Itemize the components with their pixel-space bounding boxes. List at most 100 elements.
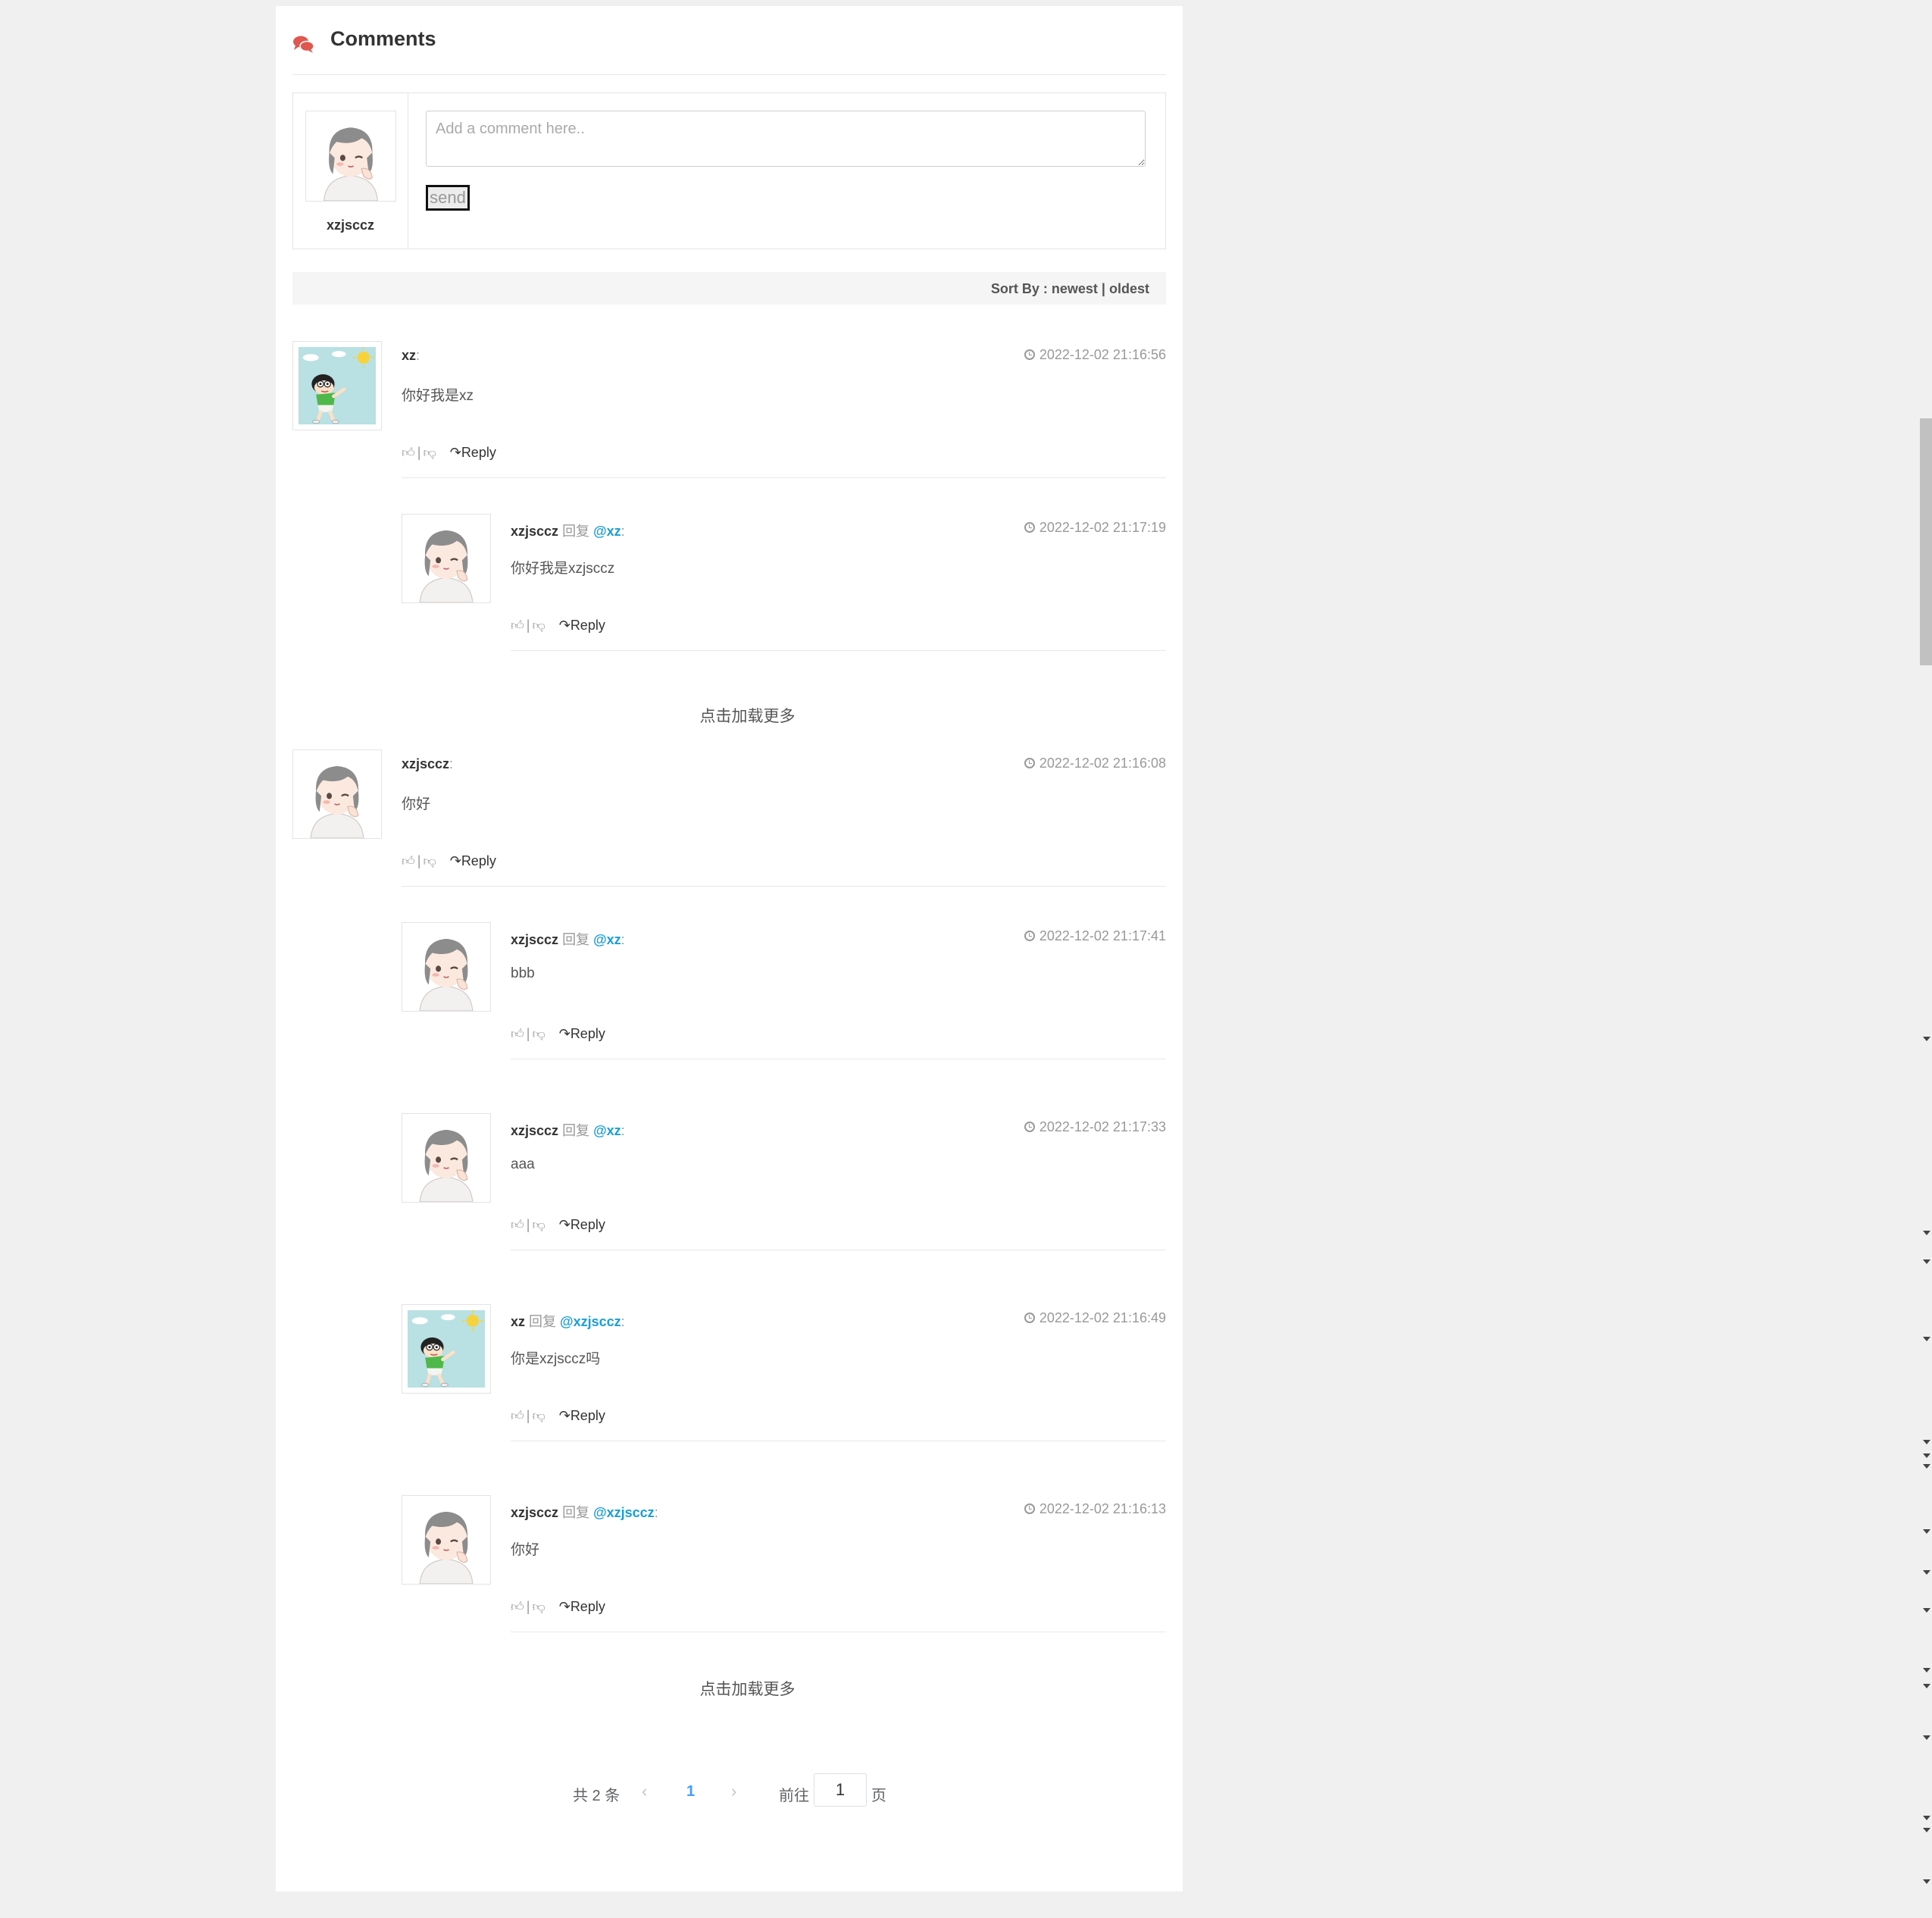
comment-item: xzjsccz 回复 @xz: 2022-12-02 21:17:19 你好我是xz… — [402, 514, 1166, 658]
comment-timestamp: 2022-12-02 21:16:56 — [1039, 347, 1166, 362]
thumbs-up-icon[interactable]: 👍︎ — [402, 446, 415, 460]
reply-button[interactable]: ↷Reply — [559, 1217, 605, 1232]
reply-word: 回复 — [562, 1505, 590, 1520]
comment-time: 2022-12-02 21:17:33 — [1024, 1119, 1166, 1135]
reply-button[interactable]: ↷Reply — [559, 1026, 605, 1041]
clock-icon — [1024, 1503, 1035, 1514]
scroll-arrow-icon[interactable] — [1923, 1453, 1930, 1458]
reply-word: 回复 — [529, 1314, 557, 1329]
avatar[interactable] — [292, 341, 382, 430]
comment-author[interactable]: xz — [402, 348, 416, 363]
thumbs-down-icon[interactable]: 👎︎ — [532, 1218, 545, 1232]
avatar[interactable] — [402, 514, 491, 603]
comment-item: xzjsccz 回复 @xz: 2022-12-02 21:17:41 bbb 👍︎ |… — [402, 922, 1166, 1066]
comment-timestamp: 2022-12-02 21:17:41 — [1039, 928, 1166, 943]
scroll-arrow-icon[interactable] — [1923, 1231, 1930, 1235]
comment-time: 2022-12-02 21:17:19 — [1024, 520, 1166, 536]
thumbs-up-icon[interactable]: 👍︎ — [511, 1600, 524, 1614]
prev-page-button[interactable]: ‹ — [642, 1782, 647, 1801]
scroll-arrow-icon[interactable] — [1923, 1735, 1930, 1740]
pagination: 共 2 条 ‹ 1 › 前往 页 — [276, 1773, 1183, 1811]
comment-author[interactable]: xz — [511, 1314, 525, 1329]
reply-button[interactable]: ↷Reply — [559, 618, 605, 633]
page-number[interactable]: 1 — [686, 1783, 695, 1801]
sort-newest-link[interactable]: newest — [1052, 281, 1098, 296]
avatar[interactable] — [292, 749, 382, 839]
scrollbar-thumb[interactable] — [1920, 418, 1932, 665]
comment-actions: 👍︎ | 👎︎ ↷Reply — [402, 445, 496, 461]
compose-username: xzjsccz — [326, 217, 375, 233]
load-more-link[interactable]: 点击加载更多 — [276, 1677, 1183, 1700]
avatar[interactable] — [402, 1113, 491, 1203]
scroll-arrow-icon[interactable] — [1923, 1816, 1930, 1820]
scroll-arrow-icon[interactable] — [1923, 1259, 1930, 1264]
reply-label: Reply — [570, 1599, 605, 1614]
scroll-arrow-icon[interactable] — [1923, 1440, 1930, 1444]
reply-button[interactable]: ↷Reply — [559, 1599, 605, 1614]
comment-time: 2022-12-02 21:16:56 — [1024, 347, 1166, 363]
comment-author[interactable]: xzjsccz — [511, 1505, 558, 1520]
reply-target[interactable]: @xz — [593, 524, 621, 539]
comment-author[interactable]: xzjsccz — [402, 756, 449, 771]
thumbs-up-icon[interactable]: 👍︎ — [511, 1027, 524, 1041]
thumbs-down-icon[interactable]: 👎︎ — [532, 1600, 545, 1614]
reply-target[interactable]: @xz — [593, 932, 621, 947]
comment-author-line: xzjsccz: — [402, 756, 453, 772]
goto-page-input[interactable] — [814, 1773, 867, 1807]
thumbs-down-icon[interactable]: 👎︎ — [532, 618, 545, 633]
scroll-arrow-icon[interactable] — [1923, 1608, 1930, 1613]
reply-target[interactable]: @xzjsccz — [560, 1314, 621, 1329]
scroll-arrow-icon[interactable] — [1923, 1684, 1930, 1688]
comment-author[interactable]: xzjsccz — [511, 932, 558, 947]
thumbs-down-icon[interactable]: 👎︎ — [423, 446, 436, 460]
scroll-arrow-icon[interactable] — [1923, 1570, 1930, 1575]
scroll-arrow-icon[interactable] — [1923, 1529, 1930, 1534]
thumbs-up-icon[interactable]: 👍︎ — [511, 1218, 524, 1232]
comment-author[interactable]: xzjsccz — [511, 1123, 558, 1138]
comment-author-line: xzjsccz 回复 @xz: — [511, 929, 625, 949]
scroll-arrow-icon[interactable] — [1923, 1464, 1930, 1469]
avatar[interactable] — [402, 922, 491, 1012]
avatar[interactable] — [402, 1495, 491, 1585]
comment-author-line: xzjsccz 回复 @xzjsccz: — [511, 1502, 658, 1522]
comment-item: xz 回复 @xzjsccz: 2022-12-02 21:16:49 你是xzjs… — [402, 1304, 1166, 1448]
action-separator: | — [526, 618, 530, 633]
scroll-arrow-icon[interactable] — [1923, 1879, 1930, 1884]
reply-arrow-icon: ↷ — [449, 853, 461, 868]
thumbs-up-icon[interactable]: 👍︎ — [511, 618, 524, 633]
reply-button[interactable]: ↷Reply — [450, 853, 496, 868]
comment-author[interactable]: xzjsccz — [511, 524, 558, 539]
scroll-arrow-icon[interactable] — [1923, 1828, 1930, 1832]
thumbs-up-icon[interactable]: 👍︎ — [511, 1409, 524, 1423]
scroll-arrow-icon[interactable] — [1923, 1037, 1930, 1041]
comment-item: xz: 2022-12-02 21:16:56 你好我是xz 👍︎ | 👎︎ ↷Reply — [292, 341, 1166, 485]
action-separator: | — [526, 1217, 530, 1232]
reply-button[interactable]: ↷Reply — [559, 1408, 605, 1423]
reply-label: Reply — [570, 1408, 605, 1423]
action-separator: | — [417, 853, 421, 868]
thumbs-down-icon[interactable]: 👎︎ — [532, 1409, 545, 1423]
comment-compose: xzjsccz send — [292, 92, 1166, 249]
load-more-link[interactable]: 点击加载更多 — [276, 704, 1183, 727]
sort-bar: Sort By : newest | oldest — [292, 272, 1166, 305]
avatar[interactable] — [402, 1304, 491, 1394]
thumbs-up-icon[interactable]: 👍︎ — [402, 854, 415, 868]
comment-item: xzjsccz 回复 @xz: 2022-12-02 21:17:33 aaa 👍︎ |… — [402, 1113, 1166, 1257]
reply-label: Reply — [570, 618, 605, 633]
comment-actions: 👍︎ | 👎︎ ↷Reply — [511, 618, 605, 634]
thumbs-down-icon[interactable]: 👎︎ — [423, 854, 436, 868]
comment-input[interactable] — [426, 111, 1146, 167]
scroll-arrow-icon[interactable] — [1923, 1668, 1930, 1672]
send-button[interactable]: send — [426, 185, 470, 211]
comment-text: 你好我是xzjsccz — [511, 561, 615, 577]
reply-arrow-icon: ↷ — [558, 1217, 571, 1232]
thumbs-down-icon[interactable]: 👎︎ — [532, 1027, 545, 1041]
reply-target[interactable]: @xzjsccz — [593, 1505, 655, 1520]
clock-icon — [1024, 1313, 1035, 1323]
reply-button[interactable]: ↷Reply — [450, 445, 496, 460]
reply-target[interactable]: @xz — [593, 1123, 621, 1138]
next-page-button[interactable]: › — [731, 1782, 736, 1801]
scroll-arrow-icon[interactable] — [1923, 1337, 1930, 1341]
sort-oldest-link[interactable]: oldest — [1109, 281, 1149, 296]
comments-icon — [292, 35, 315, 58]
